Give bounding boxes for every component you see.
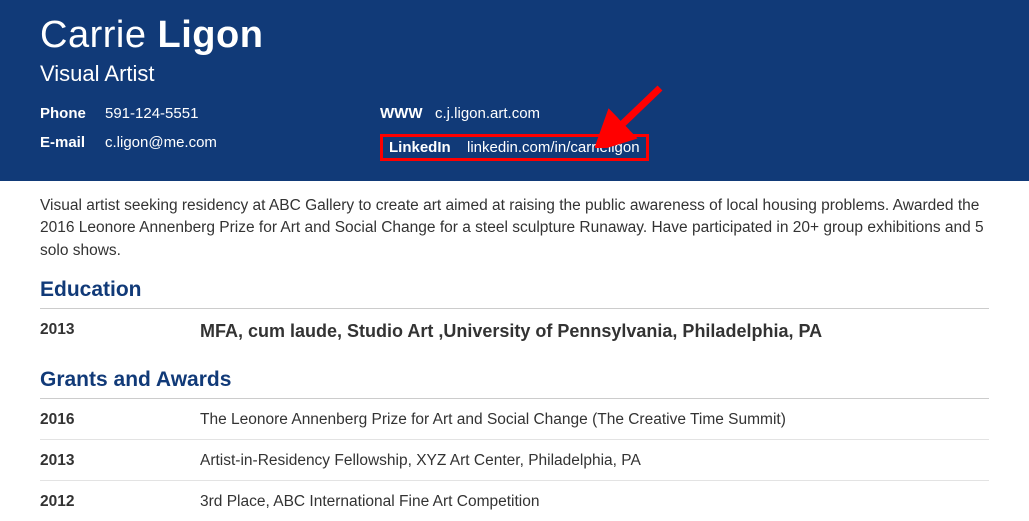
phone-label: Phone [40, 105, 95, 122]
contacts-block: Phone 591-124-5551 E-mail c.ligon@me.com… [40, 105, 989, 161]
summary-text: Visual artist seeking residency at ABC G… [40, 195, 989, 262]
education-year: 2013 [40, 321, 200, 342]
www-row: WWW c.j.ligon.art.com [380, 105, 989, 122]
linkedin-row: LinkedIn linkedin.com/in/carrieligon [380, 134, 989, 161]
education-entry: 2013 MFA, cum laude, Studio Art ,Univers… [40, 309, 989, 352]
www-value: c.j.ligon.art.com [435, 105, 540, 122]
resume-header: Carrie Ligon Visual Artist Phone 591-124… [0, 0, 1029, 181]
resume-body: Visual artist seeking residency at ABC G… [0, 181, 1029, 521]
phone-value: 591-124-5551 [105, 105, 198, 122]
linkedin-highlight-box: LinkedIn linkedin.com/in/carrieligon [380, 134, 649, 161]
contacts-right-column: WWW c.j.ligon.art.com LinkedIn linkedin.… [380, 105, 989, 161]
email-value: c.ligon@me.com [105, 134, 217, 151]
grant-year: 2016 [40, 411, 200, 429]
linkedin-label: LinkedIn [389, 139, 457, 156]
education-heading: Education [40, 278, 989, 309]
grant-text: The Leonore Annenberg Prize for Art and … [200, 411, 989, 429]
grant-year: 2012 [40, 493, 200, 511]
grant-year: 2013 [40, 452, 200, 470]
grant-text: Artist-in-Residency Fellowship, XYZ Art … [200, 452, 989, 470]
email-label: E-mail [40, 134, 95, 151]
phone-row: Phone 591-124-5551 [40, 105, 380, 122]
person-name: Carrie Ligon [40, 14, 989, 57]
www-label: WWW [380, 105, 425, 122]
grant-entry: 2016 The Leonore Annenberg Prize for Art… [40, 399, 989, 440]
grant-text: 3rd Place, ABC International Fine Art Co… [200, 493, 989, 511]
contacts-left-column: Phone 591-124-5551 E-mail c.ligon@me.com [40, 105, 380, 161]
grants-heading: Grants and Awards [40, 368, 989, 399]
linkedin-value: linkedin.com/in/carrieligon [467, 139, 640, 156]
grant-entry: 2012 3rd Place, ABC International Fine A… [40, 481, 989, 521]
education-text: MFA, cum laude, Studio Art ,University o… [200, 321, 989, 342]
last-name: Ligon [158, 14, 264, 56]
grant-entry: 2013 Artist-in-Residency Fellowship, XYZ… [40, 440, 989, 481]
job-title: Visual Artist [40, 61, 989, 87]
first-name: Carrie [40, 14, 146, 56]
email-row: E-mail c.ligon@me.com [40, 134, 380, 151]
